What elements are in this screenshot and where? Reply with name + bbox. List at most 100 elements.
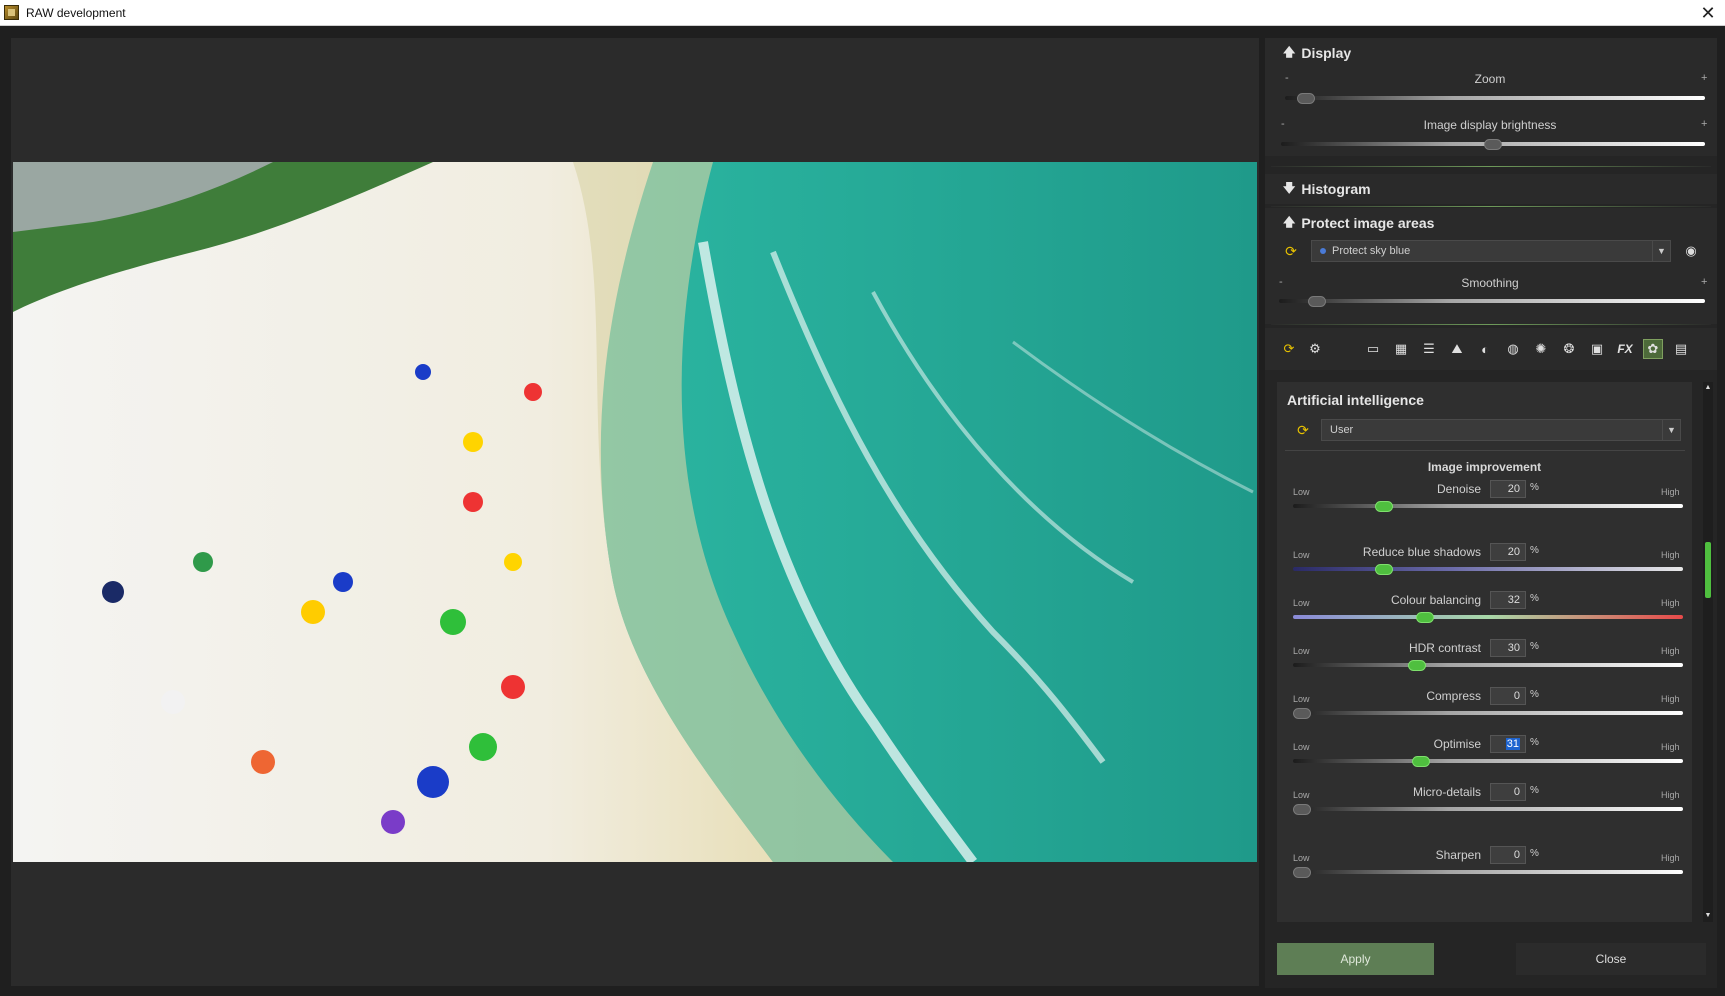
tone-icon[interactable]: ▦ [1391, 339, 1411, 359]
ai-slider-value-input[interactable]: 20 [1490, 543, 1526, 561]
ai-slider-value-input[interactable]: 32 [1490, 591, 1526, 609]
ai-slider-label: Reduce blue shadows [1362, 545, 1481, 559]
protect-header[interactable]: 🡅 Protect image areas [1265, 208, 1717, 238]
ai-slider-value-input[interactable]: 0 [1490, 783, 1526, 801]
ai-slider-thumb[interactable] [1408, 660, 1427, 671]
ai-slider-label: HDR contrast [1408, 641, 1481, 655]
collapse-down-arrow-icon: 🡇 [1283, 180, 1296, 195]
ai-slider-value: 31 [1505, 738, 1520, 750]
levels-icon[interactable]: ☰ [1419, 339, 1439, 359]
ai-icon[interactable]: ✿ [1643, 339, 1663, 359]
ai-slider-track[interactable] [1293, 870, 1683, 874]
display-header[interactable]: 🡅 Display [1265, 38, 1717, 68]
ai-slider-track[interactable] [1293, 711, 1683, 715]
percent-sign: % [1530, 482, 1539, 493]
high-label: High [1661, 598, 1680, 608]
preview-eye-icon[interactable]: ◉ [1682, 242, 1700, 260]
ai-slider-value-input[interactable]: 31 [1490, 735, 1526, 753]
brightness-slider-thumb[interactable] [1484, 139, 1502, 150]
percent-sign: % [1530, 593, 1539, 604]
ai-slider-value: 0 [1513, 786, 1520, 798]
settings-icon[interactable]: ⚙ [1305, 339, 1325, 359]
camera-icon[interactable]: ▣ [1587, 339, 1607, 359]
divider [1285, 450, 1685, 451]
scroll-up-icon[interactable]: ▲ [1703, 382, 1713, 394]
beach-aerial-photo [13, 162, 1257, 862]
ai-slider-thumb[interactable] [1293, 804, 1311, 815]
protect-selected-option: Protect sky blue [1332, 245, 1411, 257]
ai-slider-thumb[interactable] [1293, 708, 1311, 719]
chevron-down-icon: ▼ [1652, 241, 1670, 261]
color-wheel-icon[interactable]: ✺ [1531, 339, 1551, 359]
ai-slider-label: Compress [1426, 689, 1481, 703]
preview-photo[interactable] [13, 162, 1257, 862]
ai-slider-track[interactable] [1293, 759, 1683, 763]
ai-slider-label: Micro-details [1412, 785, 1481, 799]
ai-slider-track[interactable] [1293, 504, 1683, 508]
blue-dot-icon [1320, 248, 1326, 254]
apply-button[interactable]: Apply [1277, 943, 1434, 975]
tool-toolbar: ⟳ ⚙ ▭ ▦ ☰ ⛰ ◐ ◍ ✺ ❂ ▣ FX ✿ ▤ [1265, 328, 1717, 370]
ai-slider-track[interactable] [1293, 663, 1683, 667]
protect-dropdown[interactable]: Protect sky blue ▼ [1311, 240, 1671, 262]
zoom-plus: + [1701, 72, 1708, 84]
scrollbar-thumb[interactable] [1705, 542, 1711, 598]
chevron-down-icon: ▼ [1662, 420, 1680, 440]
high-label: High [1661, 487, 1680, 497]
ai-slider-value-input[interactable]: 0 [1490, 846, 1526, 864]
high-label: High [1661, 550, 1680, 560]
ai-slider-track[interactable] [1293, 807, 1683, 811]
ai-slider-value-input[interactable]: 30 [1490, 639, 1526, 657]
batch-icon[interactable]: ▤ [1671, 339, 1691, 359]
protect-reset-icon[interactable]: ⟳ [1283, 243, 1299, 259]
ai-slider-thumb[interactable] [1374, 564, 1393, 575]
close-button[interactable]: Close [1516, 943, 1706, 975]
ai-slider-track[interactable] [1293, 567, 1683, 571]
window-close-icon[interactable]: ✕ [1697, 2, 1719, 24]
landscape-icon[interactable]: ⛰ [1447, 339, 1467, 359]
ai-scrollbar[interactable]: ▲ ▼ [1703, 382, 1713, 922]
color-mix-icon[interactable]: ❂ [1559, 339, 1579, 359]
zoom-label: Zoom [1474, 72, 1506, 86]
white-balance-icon[interactable]: ▭ [1363, 339, 1383, 359]
percent-sign: % [1530, 848, 1539, 859]
settings-panel: 🡅 Display - Zoom + - Image display brigh… [1265, 38, 1717, 988]
image-improvement-title: Image improvement [1427, 460, 1542, 474]
smoothing-label: Smoothing [1461, 276, 1519, 290]
smoothing-slider-thumb[interactable] [1307, 296, 1326, 307]
ai-slider-thumb[interactable] [1293, 867, 1311, 878]
smoothing-slider-track[interactable] [1279, 299, 1705, 303]
high-label: High [1661, 853, 1680, 863]
percent-sign: % [1530, 689, 1539, 700]
reset-icon[interactable]: ⟳ [1279, 339, 1299, 359]
ai-slider-track[interactable] [1293, 615, 1683, 619]
fx-icon[interactable]: FX [1615, 339, 1635, 359]
histogram-header[interactable]: 🡇 Histogram [1265, 174, 1717, 204]
ai-slider-thumb[interactable] [1412, 756, 1431, 767]
percent-sign: % [1530, 641, 1539, 652]
brightness-label: Image display brightness [1423, 118, 1557, 132]
ai-preset-value: User [1330, 424, 1354, 436]
image-preview[interactable] [11, 38, 1259, 986]
contrast-icon[interactable]: ◐ [1475, 339, 1495, 359]
vignette-icon[interactable]: ◍ [1503, 339, 1523, 359]
ai-preset-dropdown[interactable]: User ▼ [1321, 419, 1681, 441]
ai-slider-thumb[interactable] [1374, 501, 1393, 512]
collapse-up-arrow-icon: 🡅 [1283, 214, 1296, 229]
high-label: High [1661, 790, 1680, 800]
ai-slider-value-input[interactable]: 0 [1490, 687, 1526, 705]
ai-slider-label: Sharpen [1435, 848, 1481, 862]
ai-slider-thumb[interactable] [1415, 612, 1434, 623]
protect-title: Protect image areas [1301, 215, 1435, 231]
ai-slider-value-input[interactable]: 20 [1490, 480, 1526, 498]
zoom-slider-track[interactable] [1285, 96, 1705, 100]
section-divider [1271, 206, 1711, 207]
zoom-slider-thumb[interactable] [1297, 93, 1316, 104]
high-label: High [1661, 646, 1680, 656]
scroll-down-icon[interactable]: ▼ [1703, 910, 1713, 922]
ai-slider-value: 0 [1513, 849, 1520, 861]
ai-slider-value: 0 [1513, 690, 1520, 702]
ai-reset-icon[interactable]: ⟳ [1295, 422, 1311, 438]
display-title: Display [1301, 45, 1352, 61]
smoothing-minus: - [1279, 276, 1283, 288]
